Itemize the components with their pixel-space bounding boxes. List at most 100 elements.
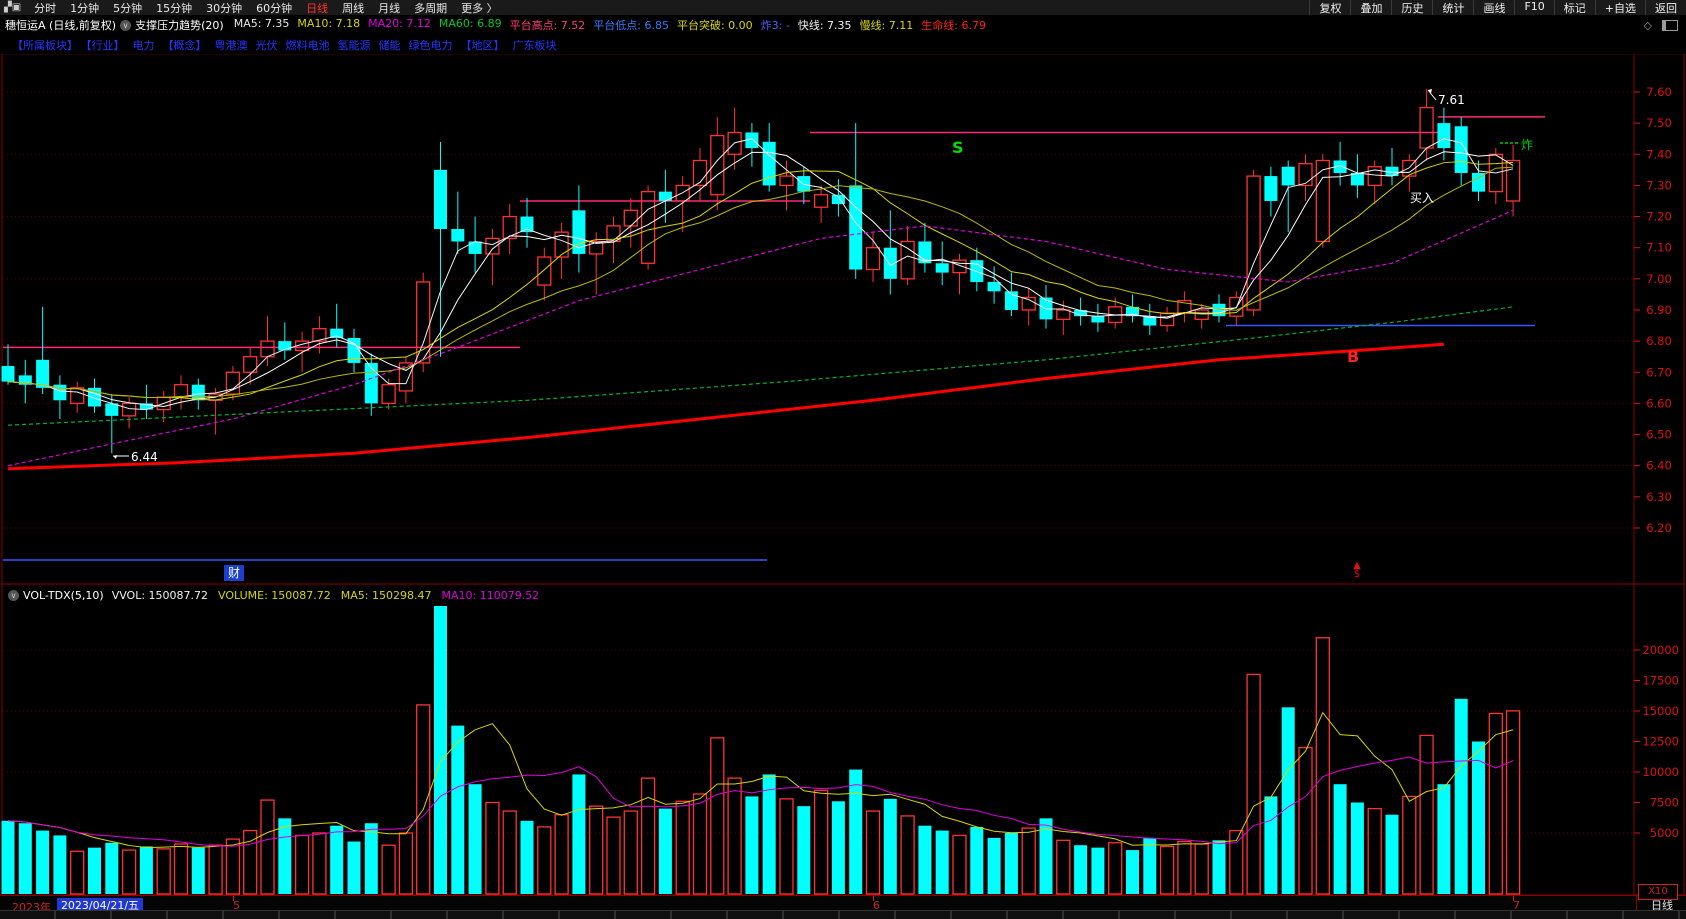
volume-bar-up bbox=[1315, 637, 1330, 895]
period-tab-更多 〉[interactable]: 更多 〉 bbox=[454, 0, 505, 16]
candle-up bbox=[1315, 159, 1330, 243]
volume-bar-up bbox=[398, 832, 414, 895]
price-axis-label: 6.30 bbox=[1646, 490, 1672, 504]
volume-bar-down bbox=[1385, 814, 1399, 894]
toolbar-button-F10[interactable]: F10 bbox=[1514, 0, 1553, 16]
volume-bar-up bbox=[606, 816, 621, 895]
volume-value: MA5: 150298.47 bbox=[340, 588, 432, 602]
candle-up bbox=[900, 240, 915, 280]
sector-link[interactable]: 绿色电力 bbox=[409, 39, 453, 52]
indicator-value: MA10: 7.18 bbox=[297, 17, 361, 30]
candle-up bbox=[121, 402, 137, 417]
volume-axis-label: 7500 bbox=[1650, 796, 1679, 810]
candle-up bbox=[623, 209, 638, 227]
buy-marker-b: B bbox=[1347, 347, 1359, 366]
cai-badge: 财 bbox=[224, 565, 244, 581]
volume-bar-down bbox=[745, 796, 759, 894]
price-axis-label: 6.90 bbox=[1646, 303, 1672, 317]
candle-up bbox=[381, 384, 396, 405]
sector-link[interactable]: 氢能源 bbox=[338, 39, 371, 52]
price-axis-label: 7.20 bbox=[1646, 210, 1672, 224]
candle-down bbox=[36, 359, 50, 388]
toolbar-buttons: 复权 叠加 历史 统计 画线 F10 标记 +自选 返回 bbox=[1309, 0, 1686, 16]
volume-bar-up bbox=[1021, 827, 1036, 895]
main-chart[interactable]: 7.60 7.50 7.40 7.30 7.20 7.10 7.00 6.90 6.80 6.70… bbox=[0, 0, 1686, 919]
period-tab-多周期[interactable]: 多周期 bbox=[407, 0, 454, 16]
volume-bar-up bbox=[381, 844, 396, 895]
price-axis-label: 7.60 bbox=[1646, 85, 1672, 99]
lifeline bbox=[7, 342, 1445, 471]
period-tab-月线[interactable]: 月线 bbox=[371, 0, 407, 16]
volume-bar-up bbox=[554, 814, 569, 895]
volume-bar-up bbox=[173, 843, 189, 895]
collapse-chevron-icon[interactable]: ∨ bbox=[120, 19, 132, 31]
period-tab-60分钟[interactable]: 60分钟 bbox=[249, 0, 299, 16]
volume-bar-down bbox=[191, 847, 205, 894]
sector-link[interactable]: 【地区】 bbox=[461, 39, 505, 52]
volume-bar-up bbox=[243, 829, 258, 895]
split-window-icon[interactable] bbox=[1662, 19, 1678, 31]
period-tab-5分钟[interactable]: 5分钟 bbox=[106, 0, 149, 16]
sector-link[interactable]: 【所属板块】 bbox=[12, 39, 78, 52]
volume-bar-up bbox=[727, 777, 742, 895]
toolbar-button-画线[interactable]: 画线 bbox=[1473, 0, 1514, 16]
sector-link[interactable]: 【行业】 bbox=[86, 39, 125, 52]
candle-up bbox=[1298, 162, 1313, 187]
ma60-line bbox=[7, 306, 1514, 426]
period-tabs: 分时 1分钟 5分钟 15分钟 30分钟 60分钟 日线 周线 月线 多周期 更多 〉 bbox=[27, 0, 505, 16]
volume-bar-down bbox=[883, 798, 897, 894]
volume-bar-down bbox=[468, 784, 482, 894]
period-tab-30分钟[interactable]: 30分钟 bbox=[199, 0, 249, 16]
price-axis-label: 7.10 bbox=[1646, 241, 1672, 255]
toolbar-button-复权[interactable]: 复权 bbox=[1309, 0, 1350, 16]
volume-bar-up bbox=[1367, 807, 1382, 895]
volume-bar-down bbox=[1350, 802, 1364, 894]
volume-bar-down bbox=[831, 801, 845, 894]
volume-bar-up bbox=[1159, 845, 1175, 895]
sector-link[interactable]: 粤港澳 bbox=[215, 39, 248, 52]
sector-link[interactable]: 储能 bbox=[379, 39, 401, 52]
volume-bar-down bbox=[53, 835, 67, 894]
candle-up bbox=[865, 247, 881, 271]
indicator-value: MA60: 6.89 bbox=[438, 17, 502, 30]
indicator-name[interactable]: 支撑压力趋势(20) bbox=[135, 17, 224, 33]
volume-indicator-name[interactable]: VOL-TDX(5,10) bbox=[23, 589, 104, 602]
sector-link[interactable]: 广东板块 bbox=[513, 39, 557, 52]
toolbar-button-叠加[interactable]: 叠加 bbox=[1350, 0, 1391, 16]
candle-up bbox=[813, 194, 829, 208]
price-axis-label: 7.40 bbox=[1646, 147, 1672, 161]
period-tab-15分钟[interactable]: 15分钟 bbox=[149, 0, 199, 16]
sector-link[interactable]: 电力 bbox=[133, 39, 155, 52]
sector-link[interactable]: 燃料电池 bbox=[286, 39, 330, 52]
volume-bar-down bbox=[18, 823, 32, 894]
volume-bar-up bbox=[952, 834, 967, 895]
price-axis-label: 6.70 bbox=[1646, 365, 1672, 379]
period-tab-分时[interactable]: 分时 bbox=[27, 0, 63, 16]
toolbar-button-+自选[interactable]: +自选 bbox=[1594, 0, 1645, 16]
indicator-value: 炸3: - bbox=[760, 19, 790, 32]
volume-bar-down bbox=[658, 808, 672, 894]
indicator-value: 生命线: 6.79 bbox=[921, 19, 986, 32]
volume-bar-up bbox=[537, 826, 552, 895]
bottom-frame-strip bbox=[0, 910, 1686, 919]
volume-collapse-icon[interactable]: ∨ bbox=[8, 589, 19, 601]
volume-bar-up bbox=[260, 799, 275, 895]
volume-bar-up bbox=[121, 849, 137, 895]
candle-down bbox=[1091, 316, 1105, 323]
candle-up bbox=[502, 215, 517, 240]
period-tab-周线[interactable]: 周线 bbox=[335, 0, 371, 16]
indicator-value: 平台高点: 7.52 bbox=[509, 19, 586, 32]
toolbar-button-历史[interactable]: 历史 bbox=[1391, 0, 1432, 16]
sector-link[interactable]: 光伏 bbox=[256, 39, 278, 52]
period-tab-1分钟[interactable]: 1分钟 bbox=[63, 0, 106, 16]
candle-up bbox=[1246, 175, 1261, 311]
diamond-icon[interactable]: ◇ bbox=[1644, 19, 1652, 32]
period-tab-日线[interactable]: 日线 bbox=[299, 0, 335, 16]
toolbar-button-统计[interactable]: 统计 bbox=[1432, 0, 1473, 16]
sector-link[interactable]: 【概念】 bbox=[163, 39, 207, 52]
toolbar-button-返回[interactable]: 返回 bbox=[1645, 0, 1686, 16]
price-axis-label: 7.30 bbox=[1646, 178, 1672, 192]
volume-bar-down bbox=[278, 818, 292, 894]
volume-bar-down bbox=[1091, 847, 1105, 894]
toolbar-button-标记[interactable]: 标记 bbox=[1553, 0, 1595, 16]
